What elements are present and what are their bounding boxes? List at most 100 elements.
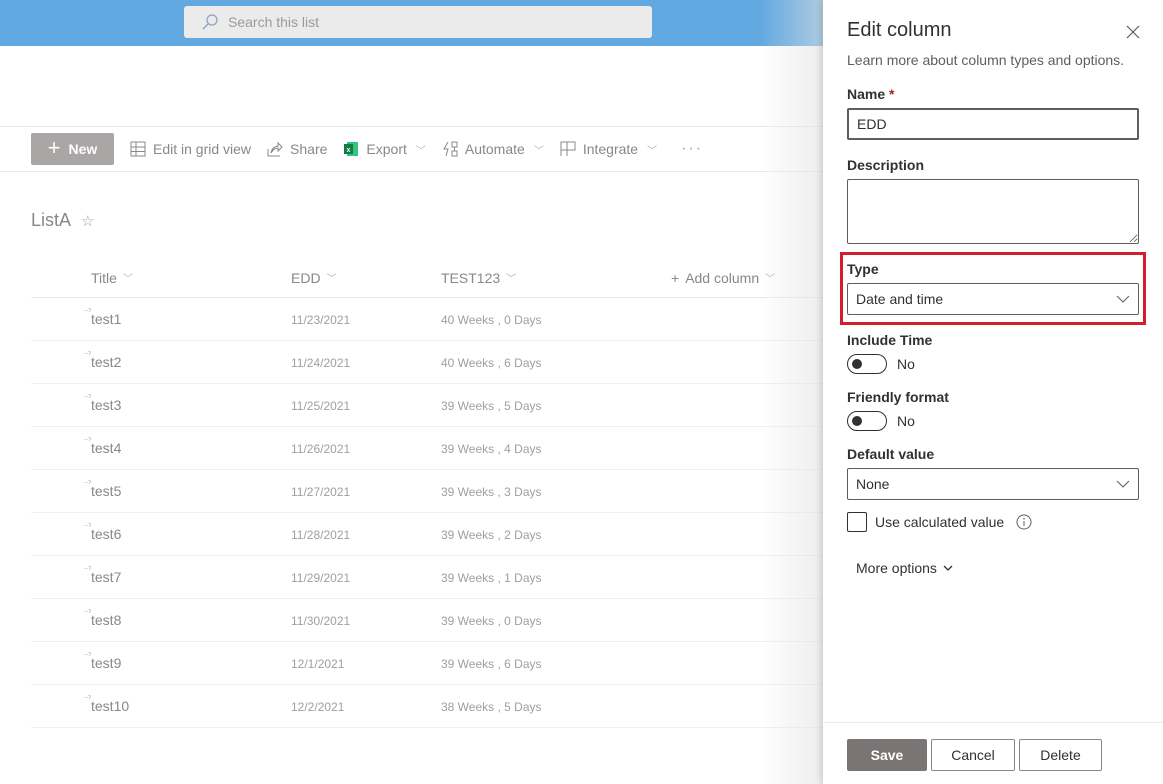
test123-cell: 40 Weeks , 6 Days xyxy=(441,356,542,370)
title-text: test7 xyxy=(91,569,122,585)
new-item-icon: ⁻ˀ xyxy=(84,694,92,703)
title-text: test10 xyxy=(91,698,130,714)
close-icon[interactable] xyxy=(1123,22,1143,42)
required-mark: * xyxy=(889,86,895,102)
table-row[interactable]: ⁻ˀ test5 11/27/2021 39 Weeks , 3 Days xyxy=(31,470,823,513)
new-button[interactable]: + New xyxy=(31,133,114,165)
table-row[interactable]: ⁻ˀ test2 11/24/2021 40 Weeks , 6 Days xyxy=(31,341,823,384)
add-column-label: Add column xyxy=(685,269,760,286)
add-column-button[interactable]: + Add column ﹀ xyxy=(671,270,775,286)
integrate-button[interactable]: Integrate ﹀ xyxy=(560,141,657,157)
edit-grid-view-label: Edit in grid view xyxy=(153,141,252,157)
chevron-down-icon: ﹀ xyxy=(533,145,544,157)
list-table: Title ﹀ EDD ﹀ TEST123 ﹀ + Add column ﹀ ⁻… xyxy=(31,258,823,728)
friendly-format-toggle-row: No xyxy=(847,411,915,431)
title-cell[interactable]: ⁻ˀ test7 xyxy=(84,565,122,585)
include-time-state: No xyxy=(897,356,915,372)
use-calculated-value-checkbox[interactable] xyxy=(847,512,867,532)
panel-footer: Save Cancel Delete xyxy=(847,739,1102,771)
title-text: test2 xyxy=(91,354,122,370)
more-actions-button[interactable]: ··· xyxy=(681,140,703,158)
table-row[interactable]: ⁻ˀ test9 12/1/2021 39 Weeks , 6 Days xyxy=(31,642,823,685)
search-placeholder: Search this list xyxy=(228,14,320,30)
test123-cell: 39 Weeks , 0 Days xyxy=(441,614,542,628)
cancel-button[interactable]: Cancel xyxy=(931,739,1015,771)
title-text: test1 xyxy=(91,311,122,327)
title-text: test4 xyxy=(91,440,122,456)
column-header-title[interactable]: Title ﹀ xyxy=(91,270,133,286)
edd-cell: 11/30/2021 xyxy=(291,614,351,628)
use-calculated-value-row: Use calculated value xyxy=(847,512,1032,532)
chevron-down-icon: ﹀ xyxy=(506,274,517,285)
page: Search this list + New Edit in grid view… xyxy=(0,0,1163,784)
include-time-toggle[interactable] xyxy=(847,354,887,374)
table-row[interactable]: ⁻ˀ test10 12/2/2021 38 Weeks , 5 Days xyxy=(31,685,823,728)
friendly-format-label: Friendly format xyxy=(847,389,949,405)
learn-more-link[interactable]: Learn more about column types and option… xyxy=(847,52,1124,68)
automate-button[interactable]: Automate ﹀ xyxy=(442,141,544,157)
edit-grid-view-button[interactable]: Edit in grid view xyxy=(130,141,251,157)
favorite-star-icon[interactable]: ☆ xyxy=(81,212,94,230)
chevron-down-icon: ﹀ xyxy=(122,274,133,285)
column-header-edd[interactable]: EDD ﹀ xyxy=(291,270,337,286)
test123-cell: 39 Weeks , 3 Days xyxy=(441,485,542,499)
share-button[interactable]: Share xyxy=(267,141,327,157)
column-header-label: Title xyxy=(91,269,117,286)
save-button[interactable]: Save xyxy=(847,739,927,771)
column-header-label: EDD xyxy=(291,269,321,286)
name-input[interactable] xyxy=(847,108,1139,140)
title-cell[interactable]: ⁻ˀ test4 xyxy=(84,436,122,456)
grid-icon xyxy=(130,141,146,157)
title-cell[interactable]: ⁻ˀ test2 xyxy=(84,350,122,370)
title-text: test5 xyxy=(91,483,122,499)
toggle-knob xyxy=(852,359,862,369)
edit-column-panel: Edit column Learn more about column type… xyxy=(823,0,1163,784)
type-dropdown[interactable]: Date and time xyxy=(847,283,1139,315)
include-time-label: Include Time xyxy=(847,332,933,348)
new-item-icon: ⁻ˀ xyxy=(84,565,92,574)
table-row[interactable]: ⁻ˀ test6 11/28/2021 39 Weeks , 2 Days xyxy=(31,513,823,556)
more-options-button[interactable]: More options xyxy=(856,560,953,576)
automate-label: Automate xyxy=(464,141,525,157)
export-button[interactable]: x Export ﹀ xyxy=(343,141,426,157)
type-dropdown-value: Date and time xyxy=(856,291,944,307)
table-row[interactable]: ⁻ˀ test1 11/23/2021 40 Weeks , 0 Days xyxy=(31,298,823,341)
title-cell[interactable]: ⁻ˀ test5 xyxy=(84,479,122,499)
description-input[interactable] xyxy=(847,179,1139,244)
export-label: Export xyxy=(366,141,407,157)
title-cell[interactable]: ⁻ˀ test6 xyxy=(84,522,121,542)
column-header-test123[interactable]: TEST123 ﹀ xyxy=(441,270,516,286)
table-row[interactable]: ⁻ˀ test3 11/25/2021 39 Weeks , 5 Days xyxy=(31,384,823,427)
chevron-down-icon: ﹀ xyxy=(415,145,426,157)
panel-title: Edit column xyxy=(847,19,952,41)
table-row[interactable]: ⁻ˀ test8 11/30/2021 39 Weeks , 0 Days xyxy=(31,599,823,642)
new-item-icon: ⁻ˀ xyxy=(84,608,92,617)
share-icon xyxy=(267,141,283,157)
title-text: test8 xyxy=(91,612,122,628)
name-label-text: Name xyxy=(847,86,886,102)
title-cell[interactable]: ⁻ˀ test9 xyxy=(84,651,121,671)
search-box[interactable]: Search this list xyxy=(184,6,652,38)
default-value-dropdown[interactable]: None xyxy=(847,468,1139,500)
edd-cell: 11/28/2021 xyxy=(291,528,351,542)
table-row[interactable]: ⁻ˀ test7 11/29/2021 39 Weeks , 1 Days xyxy=(31,556,823,599)
delete-button[interactable]: Delete xyxy=(1019,739,1102,771)
divider xyxy=(0,126,823,127)
title-cell[interactable]: ⁻ˀ test1 xyxy=(84,307,122,327)
edd-cell: 11/24/2021 xyxy=(291,356,351,370)
title-cell[interactable]: ⁻ˀ test8 xyxy=(84,608,122,628)
svg-text:x: x xyxy=(347,147,351,154)
friendly-format-toggle[interactable] xyxy=(847,411,887,431)
title-cell[interactable]: ⁻ˀ test3 xyxy=(84,393,121,413)
title-cell[interactable]: ⁻ˀ test10 xyxy=(84,694,130,714)
default-value-label: Default value xyxy=(847,446,935,462)
new-item-icon: ⁻ˀ xyxy=(84,307,92,316)
info-icon[interactable] xyxy=(1016,514,1032,530)
integrate-label: Integrate xyxy=(582,141,639,157)
edd-cell: 11/27/2021 xyxy=(291,485,351,499)
chevron-down-icon xyxy=(1116,480,1130,488)
test123-cell: 39 Weeks , 2 Days xyxy=(441,528,542,542)
test123-cell: 39 Weeks , 4 Days xyxy=(441,442,542,456)
plus-icon: + xyxy=(671,269,680,286)
table-row[interactable]: ⁻ˀ test4 11/26/2021 39 Weeks , 4 Days xyxy=(31,427,823,470)
